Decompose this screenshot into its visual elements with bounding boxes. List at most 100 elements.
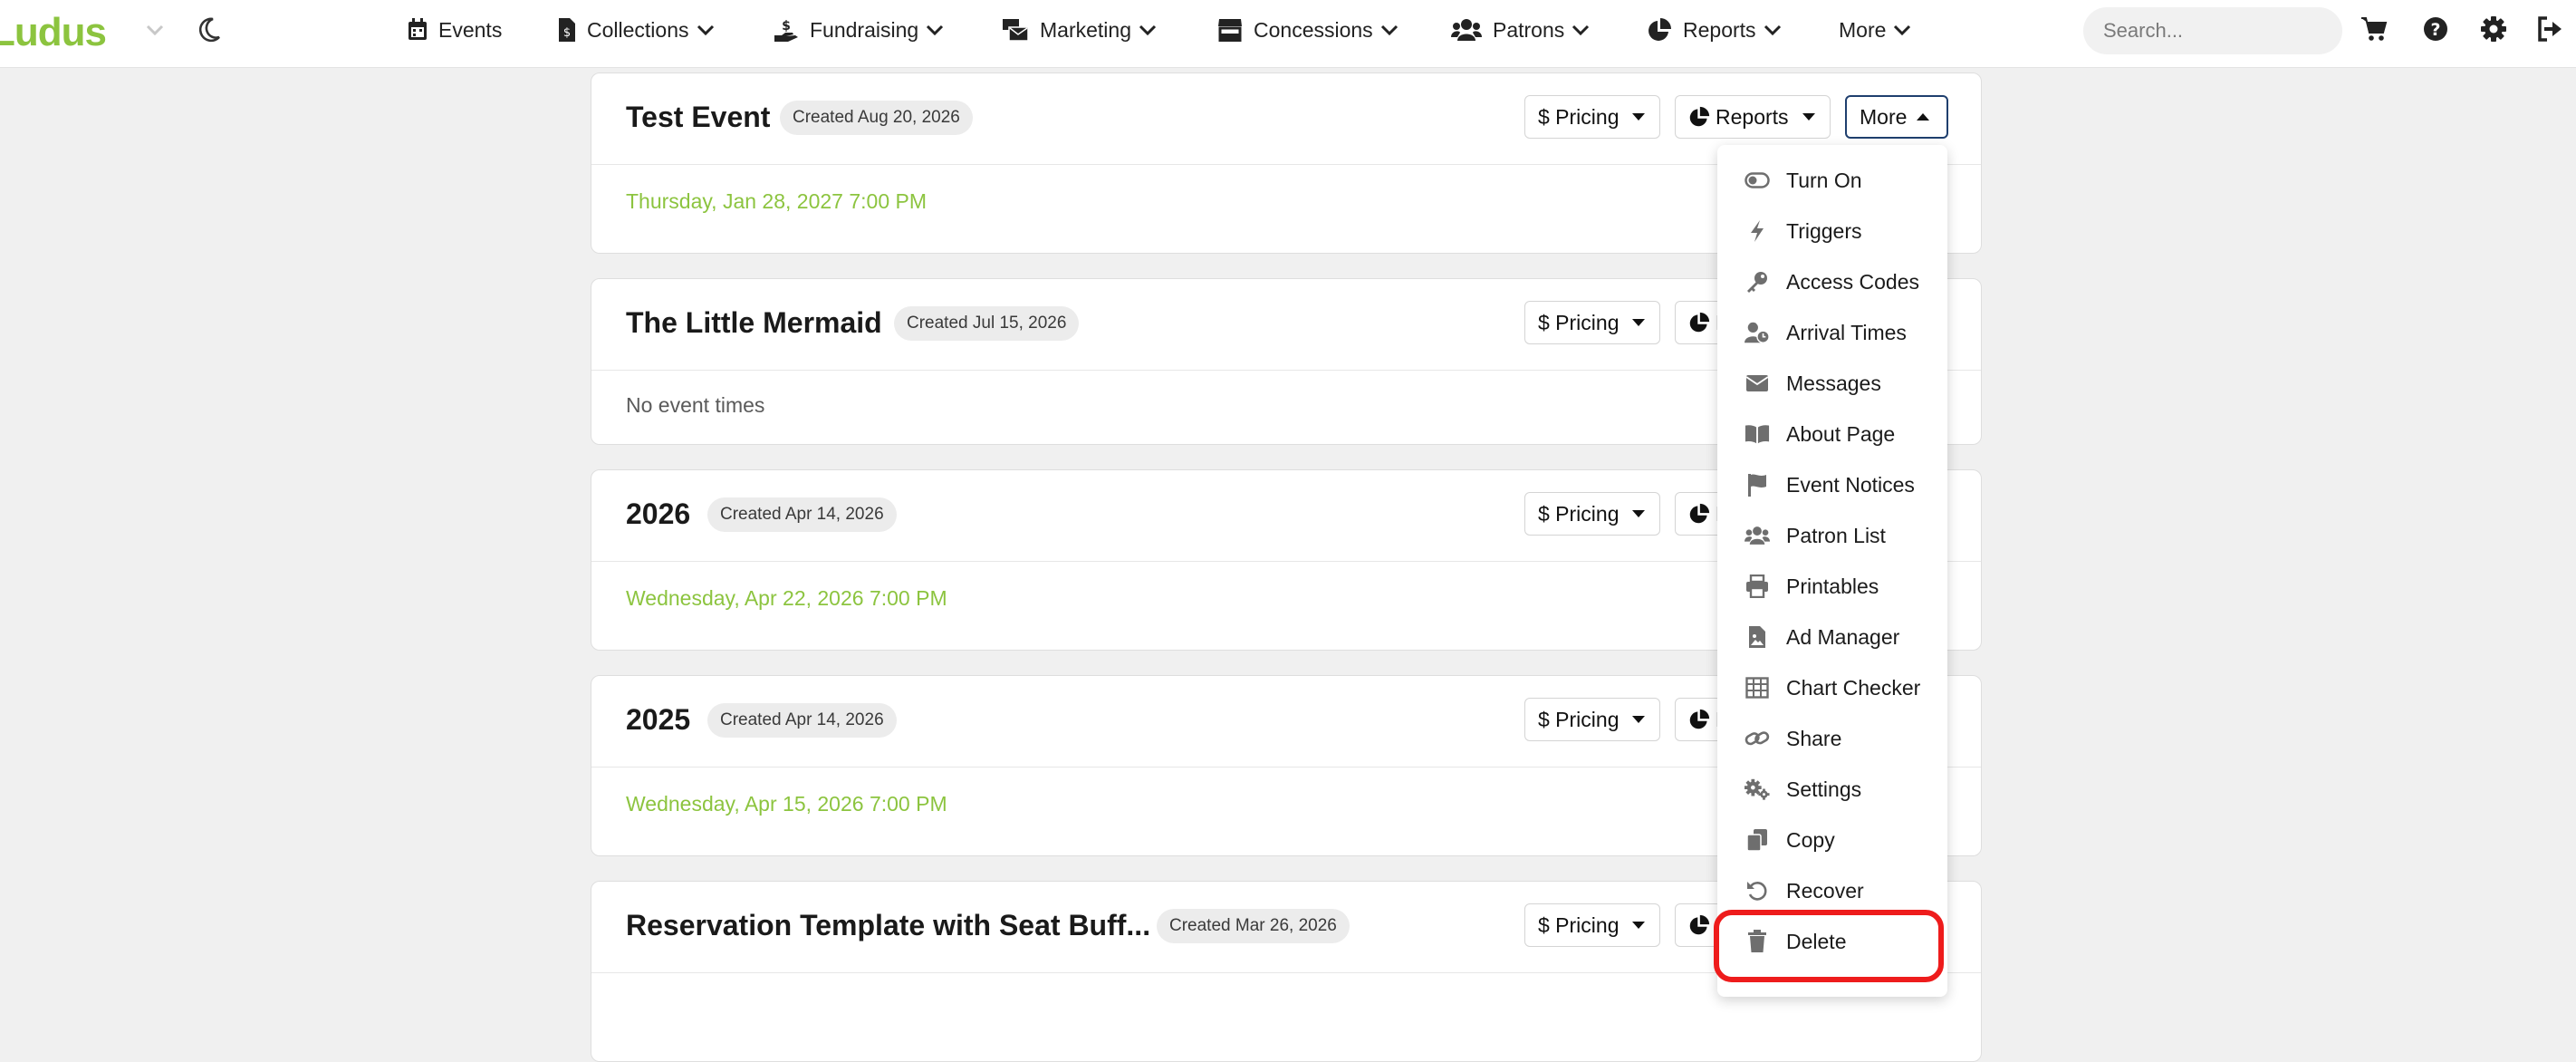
- nav-reports[interactable]: Reports: [1647, 0, 1782, 60]
- chevron-down-icon: [1764, 24, 1782, 36]
- cogs-icon: [1745, 777, 1770, 802]
- svg-text:?: ?: [2430, 20, 2440, 40]
- event-title[interactable]: 2025: [626, 703, 690, 737]
- pricing-button-label: $ Pricing: [1538, 912, 1620, 937]
- nav-label: Collections: [587, 17, 689, 42]
- nav-label: Concessions: [1254, 17, 1373, 42]
- caret-down-icon: [1631, 921, 1646, 930]
- key-icon: [1745, 269, 1770, 294]
- book-open-icon: [1745, 421, 1770, 447]
- pricing-button[interactable]: $ Pricing: [1524, 95, 1660, 139]
- caret-down-icon: [1631, 318, 1646, 327]
- menu-item-access-codes[interactable]: Access Codes: [1717, 258, 1947, 305]
- chevron-down-icon[interactable]: [145, 16, 165, 48]
- menu-item-chart-checker[interactable]: Chart Checker: [1717, 664, 1947, 711]
- event-time[interactable]: Wednesday, Apr 15, 2026 7:00 PM: [626, 792, 947, 816]
- nav-marketing[interactable]: Marketing: [1002, 0, 1157, 60]
- nav-concessions[interactable]: Concessions: [1217, 0, 1399, 60]
- menu-item-ad-manager[interactable]: Ad Manager: [1717, 613, 1947, 661]
- chevron-down-icon: [697, 24, 715, 36]
- pricing-button[interactable]: $ Pricing: [1524, 698, 1660, 741]
- user-clock-icon: [1745, 320, 1770, 345]
- chart-pie-icon: [1647, 17, 1672, 43]
- event-title[interactable]: 2026: [626, 497, 690, 531]
- event-time[interactable]: Thursday, Jan 28, 2027 7:00 PM: [626, 189, 927, 214]
- moon-icon[interactable]: [196, 15, 223, 49]
- pricing-button[interactable]: $ Pricing: [1524, 903, 1660, 947]
- menu-item-printables[interactable]: Printables: [1717, 563, 1947, 610]
- more-button-label: More: [1860, 104, 1908, 129]
- nav-fundraising[interactable]: $ Fundraising: [774, 0, 944, 60]
- event-title[interactable]: Test Event: [626, 101, 770, 134]
- chart-pie-icon: [1688, 106, 1710, 128]
- event-time[interactable]: Wednesday, Apr 22, 2026 7:00 PM: [626, 586, 947, 611]
- chevron-down-icon: [1572, 24, 1590, 36]
- nav-label: Patrons: [1493, 17, 1565, 42]
- menu-item-patron-list[interactable]: Patron List: [1717, 512, 1947, 559]
- envelope-icon: [1745, 371, 1770, 396]
- sign-out-icon[interactable]: [2536, 15, 2563, 47]
- pricing-button-label: $ Pricing: [1538, 707, 1620, 731]
- pricing-button-label: $ Pricing: [1538, 501, 1620, 526]
- chevron-down-icon: [1893, 24, 1911, 36]
- users-icon: [1745, 523, 1770, 548]
- created-badge: Created Apr 14, 2026: [707, 703, 897, 738]
- chevron-down-icon: [926, 24, 944, 36]
- menu-item-label: Patron List: [1786, 523, 1886, 547]
- chart-pie-icon: [1688, 709, 1710, 730]
- menu-item-turn-on[interactable]: Turn On: [1717, 157, 1947, 204]
- pricing-button[interactable]: $ Pricing: [1524, 301, 1660, 344]
- more-dropdown-menu: Turn On Triggers Access Codes Arrival Ti…: [1717, 145, 1947, 997]
- pricing-button-label: $ Pricing: [1538, 310, 1620, 334]
- caret-up-icon: [1916, 112, 1930, 121]
- bolt-icon: [1745, 218, 1770, 244]
- menu-item-copy[interactable]: Copy: [1717, 816, 1947, 864]
- event-title[interactable]: Reservation Template with Seat Buff...: [626, 909, 1150, 942]
- brand-logo[interactable]: Ludus: [0, 5, 107, 60]
- menu-item-label: Printables: [1786, 574, 1879, 598]
- search-input[interactable]: [2083, 7, 2342, 54]
- delete-highlight-annotation: [1714, 910, 1944, 982]
- cart-icon[interactable]: [2360, 15, 2388, 47]
- caret-down-icon: [1631, 715, 1646, 724]
- menu-item-settings[interactable]: Settings: [1717, 766, 1947, 813]
- nav-more[interactable]: More: [1839, 0, 1911, 60]
- nav-patrons[interactable]: Patrons: [1451, 0, 1590, 60]
- created-badge: Created Mar 26, 2026: [1157, 909, 1350, 943]
- menu-item-label: About Page: [1786, 421, 1896, 446]
- event-title[interactable]: The Little Mermaid: [626, 306, 882, 340]
- menu-item-share[interactable]: Share: [1717, 715, 1947, 762]
- more-button[interactable]: More: [1845, 95, 1948, 139]
- menu-item-about-page[interactable]: About Page: [1717, 410, 1947, 458]
- mail-bulk-icon: [1002, 18, 1029, 42]
- menu-item-label: Arrival Times: [1786, 320, 1907, 344]
- table-icon: [1745, 675, 1770, 700]
- menu-item-event-notices[interactable]: Event Notices: [1717, 461, 1947, 508]
- menu-item-label: Settings: [1786, 777, 1862, 801]
- menu-item-recover[interactable]: Recover: [1717, 867, 1947, 914]
- nav-label: Fundraising: [810, 17, 919, 42]
- created-badge: Created Aug 20, 2026: [780, 101, 973, 135]
- chart-pie-icon: [1688, 914, 1710, 936]
- file-image-icon: [1745, 624, 1770, 650]
- nav-label: Events: [438, 17, 503, 42]
- file-invoice-icon: $: [558, 17, 576, 43]
- chevron-down-icon: [1380, 24, 1399, 36]
- menu-item-messages[interactable]: Messages: [1717, 360, 1947, 407]
- nav-collections[interactable]: $ Collections: [558, 0, 715, 60]
- menu-item-label: Access Codes: [1786, 269, 1920, 294]
- created-badge: Created Jul 15, 2026: [894, 306, 1080, 341]
- menu-item-label: Messages: [1786, 371, 1881, 395]
- print-icon: [1745, 574, 1770, 599]
- brand-name: Ludus: [0, 10, 107, 54]
- menu-item-label: Triggers: [1786, 218, 1862, 243]
- pricing-button[interactable]: $ Pricing: [1524, 492, 1660, 536]
- menu-item-label: Recover: [1786, 878, 1864, 903]
- menu-item-triggers[interactable]: Triggers: [1717, 208, 1947, 255]
- hand-holding-dollar-icon: $: [774, 17, 799, 43]
- reports-button[interactable]: Reports: [1675, 95, 1831, 139]
- nav-events[interactable]: Events: [408, 0, 502, 60]
- gear-icon[interactable]: [2480, 15, 2507, 47]
- help-icon[interactable]: ?: [2422, 15, 2449, 47]
- menu-item-arrival-times[interactable]: Arrival Times: [1717, 309, 1947, 356]
